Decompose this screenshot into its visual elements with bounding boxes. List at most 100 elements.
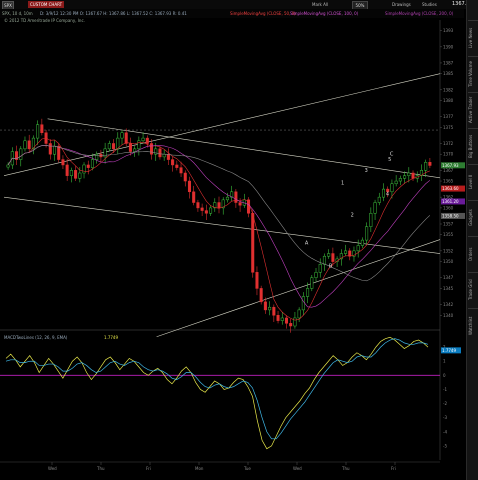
wave-label: 1 <box>341 180 344 186</box>
candle <box>403 175 407 179</box>
wave-label: A <box>305 240 309 246</box>
candle <box>306 288 310 297</box>
timeframe-label[interactable]: SPX, 10 d, 10m <box>2 9 33 18</box>
side-tab-trade-grid[interactable]: Trade Grid <box>468 272 478 307</box>
side-tab-gadgets[interactable]: Gadgets <box>468 200 478 235</box>
candle <box>116 137 120 150</box>
candle <box>217 202 221 209</box>
candle <box>377 196 381 203</box>
x-tick-label: Fri <box>391 466 396 471</box>
candle <box>322 255 326 265</box>
candle <box>255 272 259 289</box>
price-tag-label: 1358.50 <box>442 214 459 219</box>
macd-study-value: 1.7749 <box>104 335 118 340</box>
candle <box>69 170 73 176</box>
candle <box>86 164 90 168</box>
candle <box>360 239 364 246</box>
candle <box>120 132 124 139</box>
side-tab-active-trader[interactable]: Active Trader <box>468 92 478 127</box>
candle <box>318 264 322 273</box>
x-tick-label: Tue <box>243 466 251 471</box>
candle <box>27 140 31 150</box>
side-tab-orders[interactable]: Orders <box>468 236 478 271</box>
ohlc-readout: D: 3/9/12 12:30 PM O: 1367.67 H: 1367.86… <box>40 11 187 16</box>
candle <box>331 253 335 262</box>
y-tick-label: 1340 <box>443 313 454 318</box>
trendline-3 <box>156 239 441 338</box>
candle <box>19 148 23 160</box>
y-tick-label: 1372 <box>443 141 454 146</box>
y-tick-label: 1357 <box>443 222 454 227</box>
candle <box>365 226 369 241</box>
candle <box>107 143 111 150</box>
candle <box>162 153 166 158</box>
price-panel: 1393 1390 1387 1385 1382 1380 1377 1375 1372 1370… <box>0 20 465 460</box>
mark-all-button[interactable]: Mark All <box>312 1 328 8</box>
side-tab-level-ii[interactable]: Level II <box>468 164 478 199</box>
studies-button[interactable]: Studies <box>422 1 437 8</box>
status-tag: CUSTOM CHART <box>28 1 65 8</box>
x-tick-label: Fri <box>146 466 151 471</box>
candle <box>204 210 208 214</box>
price-tag-label: 1363.60 <box>442 186 459 191</box>
x-tick-label: Mon <box>195 466 204 471</box>
macd-y-tick-label: -1 <box>443 387 447 392</box>
macd-y-tick-label: -5 <box>443 443 447 448</box>
candle <box>166 153 170 160</box>
x-axis: Wed Thu Fri Mon Tue Wed Thu Fri <box>48 462 396 471</box>
study-label-sma100[interactable]: SimpleMovingAvg (CLOSE, 100, 0) <box>290 9 358 18</box>
candle <box>394 180 398 184</box>
candle <box>327 253 331 257</box>
candle <box>301 296 305 311</box>
candle <box>356 245 360 252</box>
wave-label: 5 <box>388 157 391 163</box>
toolbar: SPX CUSTOM CHART Mark All 50% Drawings S… <box>0 0 478 10</box>
candle <box>179 167 183 174</box>
x-tick-label: Wed <box>293 466 302 471</box>
candle <box>78 172 82 179</box>
x-tick-label: Wed <box>48 466 57 471</box>
macd-panel: 210-1-2-3-4-5MACDTwoLines (12, 26, 9, EM… <box>0 335 461 463</box>
y-tick-label: 1367 <box>443 168 454 173</box>
candle <box>381 188 386 198</box>
candle <box>187 180 191 193</box>
y-tick-label: 1370 <box>443 152 454 157</box>
candle <box>284 317 289 324</box>
candle <box>280 317 284 321</box>
candle <box>124 132 128 144</box>
candle <box>344 250 348 254</box>
study-label-sma200[interactable]: SimpleMovingAvg (CLOSE, 200, 0) <box>385 9 453 18</box>
candle <box>398 178 402 182</box>
candle <box>90 159 94 168</box>
x-tick-label: Thu <box>96 466 105 471</box>
y-tick-label: 1355 <box>443 232 454 237</box>
side-tab-time-volume[interactable]: Time Volume <box>468 56 478 91</box>
macd-value-tag-label: 1.7749 <box>442 348 456 353</box>
drawings-button[interactable]: Drawings <box>392 1 411 8</box>
macd-y-tick-label: 1 <box>443 359 446 364</box>
side-tab-big-buttons[interactable]: Big Buttons <box>468 128 478 163</box>
candle <box>424 162 428 171</box>
y-tick-label: 1385 <box>443 71 454 76</box>
side-tab-live-news[interactable]: Live News <box>468 20 478 55</box>
candle <box>268 306 272 311</box>
candle <box>171 159 175 166</box>
candle <box>289 323 293 327</box>
trendline-1 <box>47 118 441 179</box>
macd-line-0 <box>5 336 429 450</box>
y-tick-label: 1387 <box>443 60 454 65</box>
chart-area[interactable]: 1393 1390 1387 1385 1382 1380 1377 1375 1372 1370… <box>0 18 466 480</box>
y-tick-label: 1382 <box>443 87 454 92</box>
side-tab-watchlist[interactable]: Watchlist <box>468 308 478 343</box>
candle <box>95 153 99 160</box>
y-tick-label: 1342 <box>443 302 454 307</box>
y-tick-label: 1377 <box>443 114 454 119</box>
candle <box>6 164 10 168</box>
candle <box>310 277 314 289</box>
price-tag-label: 1367.93 <box>442 163 459 168</box>
candle <box>369 213 373 227</box>
wave-label: 4 <box>386 192 389 198</box>
side-tab-strip: Live News Time Volume Active Trader Big But… <box>466 0 478 480</box>
study-label-sma50[interactable]: SimpleMovingAvg (CLOSE, 50, 0) <box>230 9 296 18</box>
candle <box>175 164 179 168</box>
